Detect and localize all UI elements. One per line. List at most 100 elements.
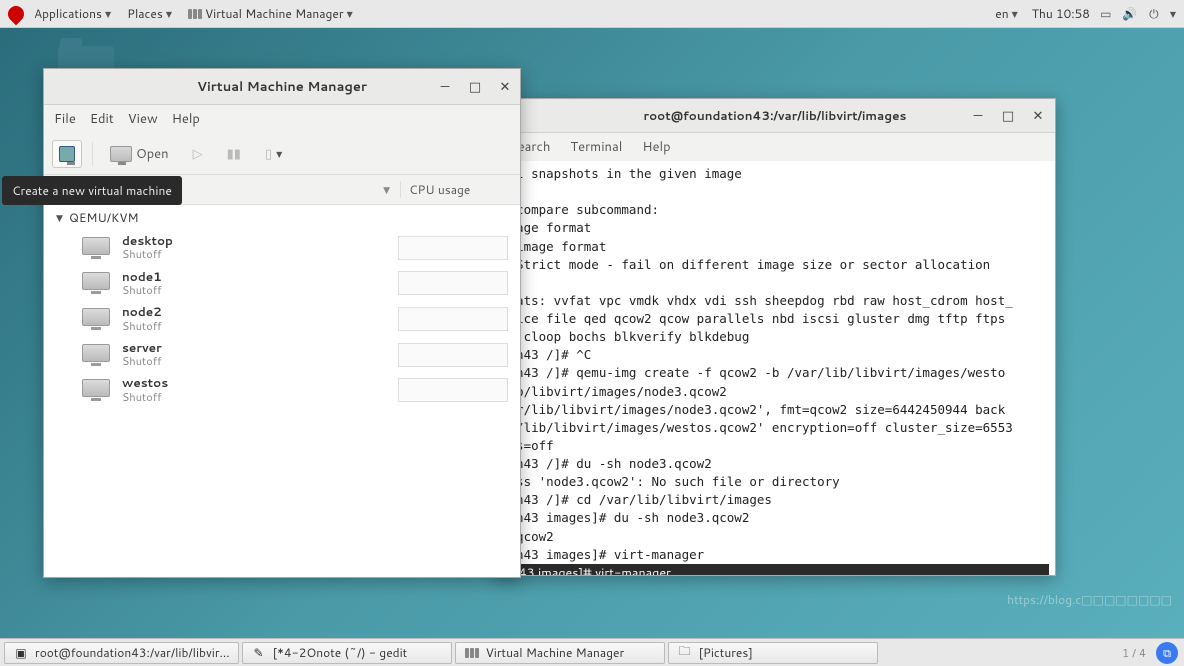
- chevron-down-icon: ▼: [276, 148, 282, 160]
- menu-view[interactable]: View: [128, 110, 158, 128]
- monitor-icon: [82, 237, 110, 259]
- task-label: Virtual Machine Manager: [486, 644, 625, 661]
- watermark: https://blog.c□□□□□□□□: [1007, 591, 1172, 608]
- chevron-down-icon: ▼: [105, 8, 111, 20]
- terminal-titlebar[interactable]: root@foundation43:/var/lib/libvirt/image…: [495, 99, 1055, 133]
- task-terminal[interactable]: ▣ root@foundation43:/var/lib/libvir...: [4, 642, 239, 664]
- vm-state: Shutoff: [122, 391, 398, 404]
- open-vm-button[interactable]: Open: [103, 140, 176, 168]
- close-button[interactable]: ✕: [1031, 109, 1045, 123]
- lang-label: en: [995, 5, 1008, 22]
- gedit-icon: ✎: [251, 646, 267, 660]
- places-menu[interactable]: Places ▼: [121, 3, 178, 24]
- terminal-title: root@foundation43:/var/lib/libvirt/image…: [644, 107, 907, 124]
- pause-button[interactable]: ▮▮: [220, 140, 248, 168]
- vmm-titlebar[interactable]: Virtual Machine Manager — □ ✕: [44, 69, 520, 105]
- monitor-icon: [110, 146, 132, 162]
- pause-icon: ▮▮: [227, 145, 241, 163]
- close-button[interactable]: ✕: [498, 80, 512, 94]
- vm-name: node1: [122, 270, 398, 284]
- minimize-button[interactable]: —: [438, 80, 452, 94]
- terminal-body[interactable]: all snapshots in the given image o compa…: [495, 161, 1055, 575]
- run-button[interactable]: ▷: [186, 140, 210, 168]
- separator: [92, 142, 93, 166]
- cpu-usage-graph: [398, 343, 508, 367]
- vm-row[interactable]: desktopShutoff: [44, 230, 520, 266]
- terminal-menubar: Search Terminal Help: [495, 133, 1055, 161]
- vm-name: server: [122, 341, 398, 355]
- vmm-app-icon: [188, 9, 202, 19]
- terminal-icon: ▣: [13, 646, 29, 660]
- vmm-menubar: File Edit View Help: [44, 105, 520, 133]
- vm-state: Shutoff: [122, 320, 398, 333]
- maximize-button[interactable]: □: [1001, 109, 1015, 123]
- vm-name: westos: [122, 376, 398, 390]
- vmm-vm-list[interactable]: ▼ QEMU/KVM desktopShutoffnode1Shutoffnod…: [44, 205, 520, 577]
- task-pictures[interactable]: 🗀 [Pictures]: [668, 642, 878, 664]
- vmm-window[interactable]: Virtual Machine Manager — □ ✕ File Edit …: [43, 68, 521, 578]
- minimize-button[interactable]: —: [971, 109, 985, 123]
- active-app-label: Virtual Machine Manager: [205, 5, 344, 22]
- menu-edit[interactable]: Edit: [90, 110, 114, 128]
- top-panel: Applications ▼ Places ▼ Virtual Machine …: [0, 0, 1184, 28]
- task-label: root@foundation43:/var/lib/libvir...: [35, 644, 230, 661]
- chevron-down-icon: ▼: [347, 8, 353, 20]
- stop-icon: ▯: [265, 145, 272, 163]
- vmm-toolbar: Open ▷ ▮▮ ▯▼: [44, 133, 520, 175]
- task-label: [*4-2Onote (~/) - gedit: [273, 644, 408, 661]
- vm-row[interactable]: node2Shutoff: [44, 301, 520, 337]
- places-label: Places: [127, 5, 163, 22]
- monitor-icon: [82, 344, 110, 366]
- distro-icon: [5, 2, 28, 25]
- monitor-icon: [82, 379, 110, 401]
- vm-name: desktop: [122, 234, 398, 248]
- vm-name: node2: [122, 305, 398, 319]
- display-icon[interactable]: ▭: [1098, 6, 1114, 22]
- lang-indicator[interactable]: en ▼: [989, 3, 1024, 24]
- host-row[interactable]: ▼ QEMU/KVM: [44, 205, 520, 230]
- new-vm-button[interactable]: [52, 140, 82, 168]
- vm-state: Shutoff: [122, 284, 398, 297]
- desktop[interactable]: root@foundation43:/var/lib/libvirt/image…: [0, 28, 1184, 638]
- monitor-icon: [82, 308, 110, 330]
- active-app-menu[interactable]: Virtual Machine Manager ▼: [182, 3, 359, 24]
- col-cpu-label[interactable]: CPU usage: [409, 181, 470, 198]
- power-icon[interactable]: ⏻: [1146, 6, 1162, 22]
- task-label: [Pictures]: [699, 644, 753, 661]
- task-vmm[interactable]: Virtual Machine Manager: [455, 642, 665, 664]
- vmm-icon: [464, 646, 480, 660]
- open-label: Open: [136, 145, 169, 163]
- sort-desc-icon[interactable]: ▼: [383, 183, 390, 196]
- menu-help[interactable]: Help: [642, 138, 670, 156]
- volume-icon[interactable]: 🔊: [1122, 6, 1138, 22]
- vm-row[interactable]: serverShutoff: [44, 337, 520, 373]
- applications-label: Applications: [34, 5, 102, 22]
- menu-terminal[interactable]: Terminal: [570, 138, 622, 156]
- vmm-title: Virtual Machine Manager: [197, 78, 367, 96]
- cpu-usage-graph: [398, 307, 508, 331]
- applications-menu[interactable]: Applications ▼: [28, 3, 117, 24]
- vm-state: Shutoff: [122, 355, 398, 368]
- chevron-down-icon: ▼: [166, 8, 172, 20]
- cpu-usage-graph: [398, 236, 508, 260]
- play-icon: ▷: [193, 145, 203, 163]
- menu-help[interactable]: Help: [172, 110, 200, 128]
- chevron-down-icon: ▼: [1012, 8, 1018, 20]
- maximize-button[interactable]: □: [468, 80, 482, 94]
- menu-file[interactable]: File: [54, 110, 76, 128]
- vm-state: Shutoff: [122, 248, 398, 261]
- workspace-switcher[interactable]: ⧉: [1156, 642, 1178, 664]
- host-label: QEMU/KVM: [69, 209, 139, 226]
- clock[interactable]: Thu 10:58: [1032, 5, 1090, 22]
- terminal-window[interactable]: root@foundation43:/var/lib/libvirt/image…: [494, 98, 1056, 576]
- vm-row[interactable]: node1Shutoff: [44, 266, 520, 302]
- shutdown-button[interactable]: ▯▼: [258, 140, 289, 168]
- folder-icon: 🗀: [677, 646, 693, 660]
- monitor-icon: [82, 272, 110, 294]
- task-gedit[interactable]: ✎ [*4-2Onote (~/) - gedit: [242, 642, 452, 664]
- vm-row[interactable]: westosShutoff: [44, 372, 520, 408]
- tree-collapse-icon[interactable]: ▼: [56, 211, 63, 224]
- cpu-usage-graph: [398, 378, 508, 402]
- monitor-new-icon: [59, 146, 75, 162]
- cpu-usage-graph: [398, 271, 508, 295]
